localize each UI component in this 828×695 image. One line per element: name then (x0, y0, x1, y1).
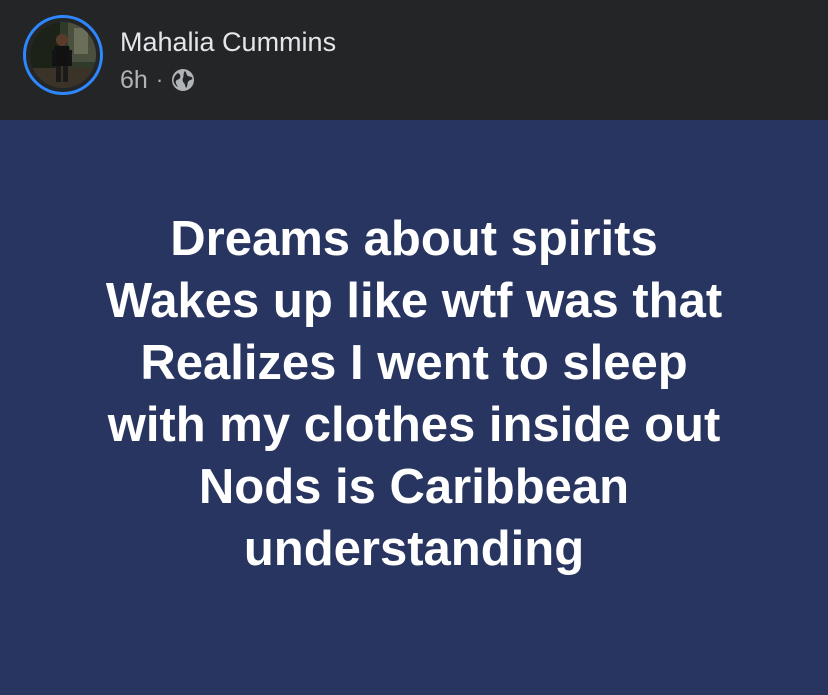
post-timestamp[interactable]: 6h (120, 64, 148, 96)
post-background: Dreams about spirits Wakes up like wtf w… (0, 120, 828, 695)
post-text-line: Dreams about spirits (170, 212, 658, 266)
post-meta: 6h · (120, 64, 195, 96)
profile-avatar-story-ring[interactable] (23, 15, 103, 95)
facebook-post: Mahalia Cummins 6h · Dreams about spirit… (0, 0, 828, 695)
post-header: Mahalia Cummins 6h · (0, 0, 828, 120)
post-text-line: with my clothes inside out (107, 398, 721, 452)
meta-separator: · (155, 67, 164, 92)
avatar[interactable] (30, 22, 96, 88)
globe-icon[interactable] (171, 68, 195, 92)
post-text-line: Wakes up like wtf was that (105, 274, 723, 328)
post-text-line: Nods is Caribbean (198, 460, 630, 514)
post-text-line: Realizes I went to sleep (140, 336, 688, 390)
post-text: Dreams about spirits Wakes up like wtf w… (0, 208, 828, 580)
author-name[interactable]: Mahalia Cummins (120, 26, 336, 58)
avatar-photo (30, 22, 96, 88)
post-text-line: understanding (243, 522, 585, 576)
